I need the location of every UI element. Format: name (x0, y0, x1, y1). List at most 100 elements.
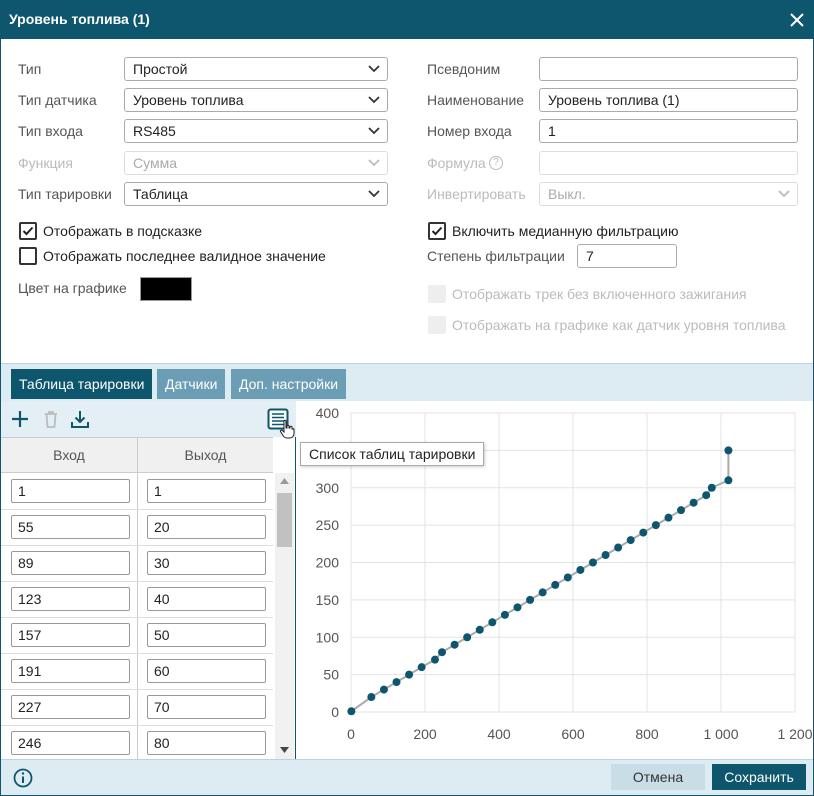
input-cell[interactable]: 227 (11, 695, 130, 719)
output-cell[interactable]: 40 (147, 587, 266, 611)
chevron-down-icon (368, 159, 380, 167)
tab-sensors[interactable]: Датчики (157, 369, 226, 399)
table-scrollbar[interactable] (275, 473, 294, 759)
data-point (430, 655, 439, 664)
output-cell[interactable]: 70 (147, 695, 266, 719)
data-point (707, 483, 716, 492)
data-point (639, 528, 648, 537)
type-select[interactable]: Простой (124, 57, 388, 81)
row-divider (1, 689, 273, 690)
track-no-ignition-label: Отображать трек без включенного зажигани… (452, 286, 747, 302)
output-cell[interactable]: 80 (147, 731, 266, 755)
y-tick-label: 200 (316, 555, 340, 571)
row-divider (1, 545, 273, 546)
scroll-up-icon[interactable] (280, 478, 289, 484)
tab-extra-settings[interactable]: Доп. настройки (231, 369, 347, 399)
y-tick-label: 250 (316, 517, 340, 533)
chevron-down-icon (368, 96, 380, 104)
name-input[interactable]: Уровень топлива (1) (539, 88, 798, 112)
scroll-down-icon[interactable] (280, 747, 289, 753)
input-cell[interactable]: 191 (11, 659, 130, 683)
data-point (601, 551, 610, 560)
function-label: Функция (18, 155, 73, 171)
data-point (664, 513, 673, 522)
data-point (677, 506, 686, 515)
show-in-hint-label: Отображать в подсказке (43, 223, 203, 239)
input-cell[interactable]: 55 (11, 515, 130, 539)
y-tick-label: 150 (316, 592, 340, 608)
formula-label: Формула (427, 155, 486, 171)
data-point (405, 670, 414, 679)
output-cell[interactable]: 30 (147, 551, 266, 575)
dialog-footer: Отмена Сохранить (1, 759, 813, 795)
show-last-valid-label: Отображать последнее валидное значение (43, 248, 326, 264)
delete-icon[interactable] (41, 409, 61, 429)
show-last-valid-checkbox[interactable] (19, 247, 37, 265)
add-icon[interactable] (10, 409, 30, 429)
input-cell[interactable]: 123 (11, 587, 130, 611)
input-cell[interactable]: 1 (11, 479, 130, 503)
alias-label: Псевдоним (427, 61, 501, 77)
data-point (500, 610, 509, 619)
row-divider (1, 725, 273, 726)
input-type-label: Тип входа (18, 123, 83, 139)
invert-label: Инвертировать (427, 186, 526, 202)
data-point (347, 707, 356, 716)
output-cell[interactable]: 1 (147, 479, 266, 503)
check-icon (431, 226, 443, 236)
function-select: Сумма (124, 151, 388, 175)
input-cell[interactable]: 157 (11, 623, 130, 647)
median-filter-label: Включить медианную фильтрацию (452, 223, 679, 239)
tab-calibration-table[interactable]: Таблица тарировки (11, 369, 153, 399)
input-cell[interactable]: 246 (11, 731, 130, 755)
y-tick-label: 0 (331, 704, 339, 720)
column-header-output: Выход (184, 447, 227, 463)
data-point (379, 685, 388, 694)
tab-strip: Таблица тарировки Датчики Доп. настройки (1, 363, 813, 401)
input-number-field[interactable]: 1 (539, 119, 798, 143)
filter-degree-input[interactable]: 7 (577, 244, 677, 268)
download-icon[interactable] (70, 409, 90, 429)
x-tick-label: 200 (413, 726, 437, 742)
graph-color-swatch[interactable] (140, 277, 192, 301)
row-divider (1, 617, 273, 618)
calibration-type-value: Таблица (133, 186, 188, 202)
show-in-hint-checkbox[interactable] (19, 222, 37, 240)
calibration-table-pane: Вход Выход 1 1 55 20 89 30 123 40 157 50 191 60 227 7… (1, 401, 296, 759)
info-icon[interactable] (13, 768, 33, 788)
data-point (513, 603, 522, 612)
data-point (724, 446, 733, 455)
data-point (488, 618, 497, 627)
data-point (588, 558, 597, 567)
save-button[interactable]: Сохранить (712, 764, 806, 790)
show-as-fuel-checkbox (428, 316, 446, 334)
data-point (526, 595, 535, 604)
y-tick-label: 300 (316, 480, 340, 496)
output-cell[interactable]: 50 (147, 623, 266, 647)
close-icon[interactable] (787, 10, 807, 30)
calibration-type-select[interactable]: Таблица (124, 182, 388, 206)
x-tick-label: 1 000 (703, 726, 738, 742)
input-cell[interactable]: 89 (11, 551, 130, 575)
filter-degree-label: Степень фильтрации (427, 248, 565, 264)
output-cell[interactable]: 20 (147, 515, 266, 539)
dialog-title: Уровень топлива (1) (9, 11, 150, 27)
input-type-select[interactable]: RS485 (124, 119, 388, 143)
type-value: Простой (133, 61, 188, 77)
sensor-type-label: Тип датчика (18, 92, 97, 108)
alias-input[interactable] (539, 57, 798, 81)
data-point (417, 663, 426, 672)
output-cell[interactable]: 60 (147, 659, 266, 683)
sensor-type-select[interactable]: Уровень топлива (124, 88, 388, 112)
x-tick-label: 0 (347, 726, 355, 742)
invert-select: Выкл. (539, 182, 798, 206)
chevron-down-icon (778, 190, 790, 198)
x-tick-label: 1 200 (777, 726, 812, 742)
cancel-button[interactable]: Отмена (611, 764, 705, 790)
chevron-down-icon (368, 127, 380, 135)
y-tick-label: 50 (323, 667, 339, 683)
input-type-value: RS485 (133, 123, 176, 139)
scrollbar-thumb[interactable] (277, 493, 292, 547)
data-point (576, 565, 585, 574)
median-filter-checkbox[interactable] (428, 222, 446, 240)
